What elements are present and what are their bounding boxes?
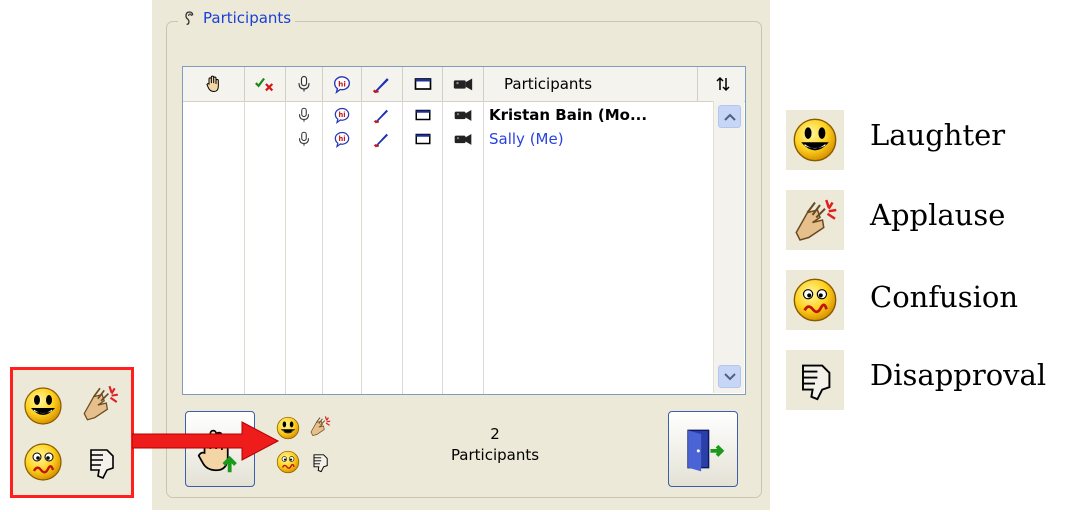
disapproval-icon <box>791 356 839 404</box>
chat-icon <box>331 73 353 95</box>
sort-button[interactable] <box>701 67 744 101</box>
video-column-header[interactable] <box>443 67 484 101</box>
raise-hand-column-header[interactable] <box>183 67 245 101</box>
screen-column-header[interactable] <box>403 67 443 101</box>
participant-name: Kristan Bain (Mo... <box>489 106 648 124</box>
applause-icon[interactable] <box>308 414 332 438</box>
check-x-icon <box>254 73 276 95</box>
pen-icon <box>372 74 392 94</box>
participant-count: 2 Participants <box>430 424 560 466</box>
legend-confusion-label: Confusion <box>870 280 1019 314</box>
ear-icon <box>182 10 198 26</box>
chat-column-header[interactable] <box>323 67 362 101</box>
confusion-icon <box>23 442 63 482</box>
participants-title: Participants <box>178 9 296 27</box>
camera-icon[interactable] <box>453 105 473 125</box>
feedback-icons <box>274 412 338 476</box>
chat-icon[interactable] <box>332 105 352 125</box>
participant-count-number: 2 <box>490 425 500 443</box>
legend-disapproval-label: Disapproval <box>870 358 1047 392</box>
screen-icon[interactable] <box>414 130 432 148</box>
microphone-icon <box>294 74 314 94</box>
legend-laughter-icon-box <box>786 110 844 170</box>
feedback-icons-highlight <box>10 367 134 498</box>
participant-count-label: Participants <box>450 446 540 464</box>
participants-list: Participants Kristan Bain (Mo... Sally (… <box>182 66 746 395</box>
participants-column-header[interactable]: Participants <box>484 67 698 101</box>
participant-row[interactable]: Sally (Me) <box>183 127 713 151</box>
camera-icon <box>452 73 474 95</box>
chat-icon[interactable] <box>332 129 352 149</box>
microphone-icon[interactable] <box>295 130 313 148</box>
laughter-icon <box>792 117 838 163</box>
participant-row[interactable]: Kristan Bain (Mo... <box>183 103 713 127</box>
scroll-down-button[interactable] <box>718 365 741 388</box>
approve-column-header[interactable] <box>245 67 286 101</box>
pen-icon[interactable] <box>373 130 391 148</box>
screen-icon[interactable] <box>414 106 432 124</box>
applause-icon <box>790 195 840 245</box>
participant-name: Sally (Me) <box>489 130 564 148</box>
screen-icon <box>413 74 433 94</box>
pen-icon[interactable] <box>373 106 391 124</box>
sort-icon <box>714 75 732 93</box>
annotate-column-header[interactable] <box>362 67 403 101</box>
microphone-column-header[interactable] <box>286 67 323 101</box>
legend-confusion-icon-box <box>786 270 844 330</box>
pointer-arrow <box>132 421 280 461</box>
legend-applause-label: Applause <box>870 198 1006 232</box>
list-header: Participants <box>183 67 745 102</box>
legend-disapproval-icon-box <box>786 350 844 410</box>
legend-applause-icon-box <box>786 190 844 250</box>
chevron-up-icon <box>723 113 736 121</box>
microphone-icon[interactable] <box>295 106 313 124</box>
legend-laughter-label: Laughter <box>870 118 1006 152</box>
vertical-scrollbar[interactable] <box>713 101 744 393</box>
confusion-icon <box>792 277 838 323</box>
laughter-icon <box>23 386 63 426</box>
camera-icon[interactable] <box>453 129 473 149</box>
chevron-down-icon <box>723 372 736 380</box>
applause-icon <box>79 382 121 424</box>
disapproval-icon <box>81 442 121 482</box>
leave-session-button[interactable] <box>668 411 738 487</box>
disapproval-icon[interactable] <box>308 450 332 474</box>
panel-title: Participants <box>203 9 292 27</box>
scroll-up-button[interactable] <box>718 105 741 128</box>
exit-door-icon <box>675 421 731 477</box>
raise-hand-icon <box>204 74 224 94</box>
